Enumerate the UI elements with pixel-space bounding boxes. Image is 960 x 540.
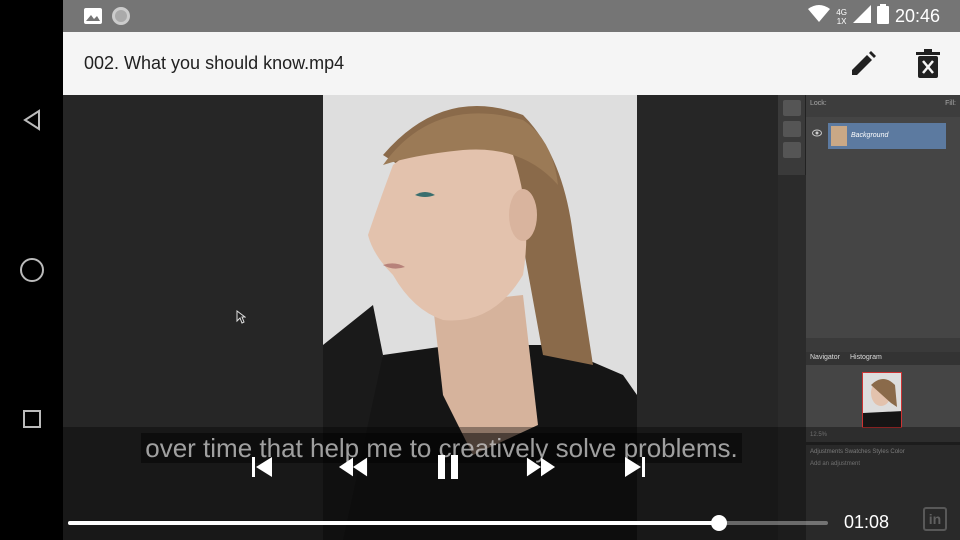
status-bar: 4G 1X 20:46 [63,0,960,32]
rewind-icon [338,457,368,477]
layer-row-background: Background [828,123,946,149]
fill-label: Fill: [945,100,956,107]
status-clock: 20:46 [894,6,940,26]
lock-label: Lock: [810,100,827,107]
circle-icon [111,6,131,31]
elapsed-time: 01:08 [844,512,890,532]
info-tool-icon [782,142,801,158]
network-bottom-label: 1X [836,16,847,26]
skip-next-button[interactable] [620,452,650,482]
photoshop-tool-strip [778,95,806,175]
system-nav-bar [0,0,63,540]
rewind-button[interactable] [338,452,368,482]
skip-previous-button[interactable] [247,452,277,482]
video-player[interactable]: Lock: Fill: Background Navigator Histogr… [63,95,960,540]
layers-panel: Lock: Fill: Background [806,95,960,350]
app-bar: 002. What you should know.mp4 [63,32,960,95]
fast-forward-button[interactable] [526,452,556,482]
pause-icon [438,455,458,479]
layer-name: Background [851,132,889,139]
image-icon [83,7,103,30]
video-title: 002. What you should know.mp4 [84,53,345,73]
network-top-label: 4G [836,7,847,17]
eye-icon [812,129,822,137]
tab-histogram: Histogram [849,354,882,361]
tab-navigator: Navigator [810,354,840,361]
navigator-thumbnail [862,372,902,428]
brush-tool-icon [782,121,801,137]
skip-previous-icon [252,457,272,477]
lock-row: Lock: Fill: [806,95,960,117]
back-icon[interactable] [16,104,48,136]
skip-next-icon [625,457,645,477]
layer-thumbnail [831,126,847,146]
layers-tool-icon [782,100,801,116]
edit-icon [852,51,876,75]
delete-icon [916,49,940,78]
recents-icon[interactable] [16,403,48,435]
network-type: 4G 1X [836,8,847,26]
fast-forward-icon [526,457,556,477]
home-icon[interactable] [16,254,48,286]
delete-button[interactable] [915,49,941,79]
wifi-icon [808,5,831,28]
cell-signal-icon [852,5,871,28]
edit-button[interactable] [849,50,877,78]
battery-icon [876,4,889,29]
pause-button[interactable] [433,452,463,482]
seek-bar[interactable] [68,515,828,531]
layers-footer [806,338,960,352]
seek-progress [68,521,720,525]
linkedin-watermark: in [923,507,947,531]
mouse-cursor-icon [236,310,246,324]
